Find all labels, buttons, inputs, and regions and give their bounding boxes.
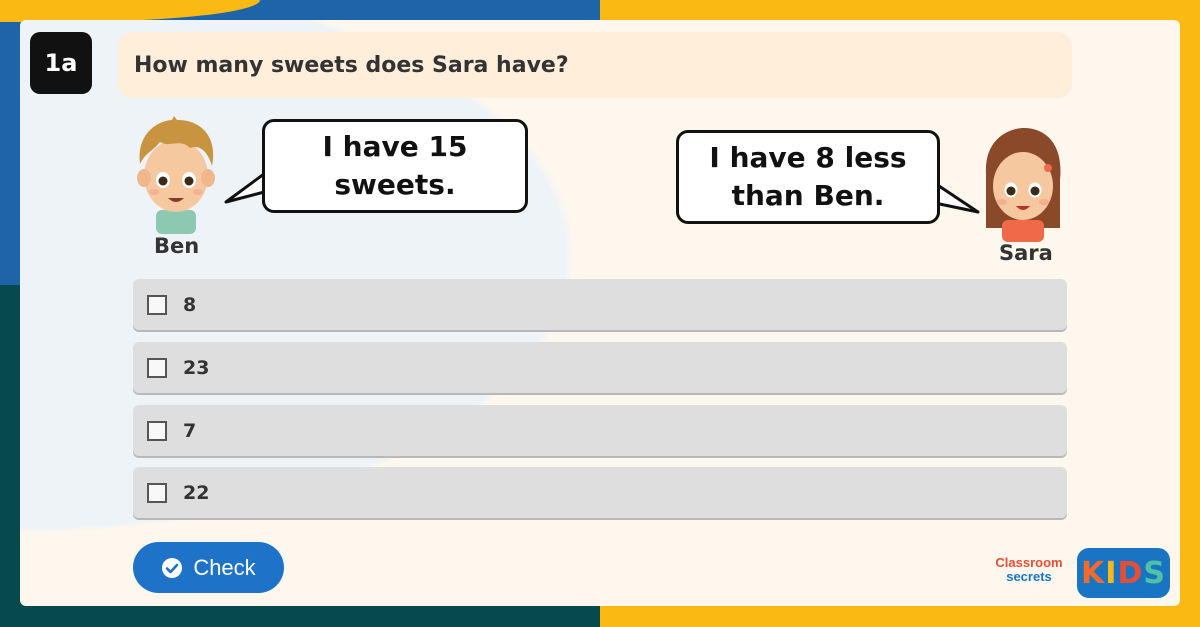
answer-option-3[interactable]: 7 (133, 405, 1067, 456)
kids-letter-i: I (1105, 555, 1118, 591)
sara-speech-line1: I have 8 less (709, 141, 907, 174)
checkbox-icon[interactable] (147, 420, 167, 441)
sara-name-label: Sara (999, 241, 1053, 265)
kids-letter-d: D (1117, 555, 1144, 591)
ben-speech-line1: I have 15 (322, 130, 468, 163)
classroom-secrets-logo: Classroom secrets (988, 556, 1070, 588)
kids-letter-k: K (1081, 555, 1106, 591)
kids-logo: K I D S (1077, 548, 1170, 598)
question-text: How many sweets does Sara have? (134, 52, 569, 78)
check-circle-icon (162, 557, 183, 578)
answer-option-label: 22 (183, 481, 210, 504)
checkbox-icon[interactable] (147, 482, 167, 503)
answer-option-label: 7 (183, 419, 197, 442)
checkbox-icon[interactable] (147, 294, 167, 315)
question-panel: How many sweets does Sara have? (118, 32, 1072, 98)
ben-avatar (137, 116, 215, 234)
sara-avatar (985, 128, 1061, 242)
check-button-label: Check (193, 554, 256, 580)
answer-option-2[interactable]: 23 (133, 342, 1067, 393)
answer-option-1[interactable]: 8 (133, 279, 1067, 330)
check-button[interactable]: Check (133, 542, 284, 593)
logo-text-secrets: secrets (1006, 569, 1052, 584)
question-number: 1a (44, 49, 78, 77)
ben-name-label: Ben (154, 234, 200, 258)
sara-speech-bubble: I have 8 less than Ben. (676, 130, 940, 224)
ben-speech-bubble: I have 15 sweets. (262, 119, 528, 213)
ben-speech-line2: sweets. (334, 168, 456, 201)
answer-option-label: 23 (183, 356, 210, 379)
question-number-badge: 1a (30, 32, 92, 94)
checkbox-icon[interactable] (147, 357, 167, 378)
logo-text-classroom: Classroom (995, 555, 1063, 570)
sara-speech-line2: than Ben. (731, 179, 885, 212)
answer-option-4[interactable]: 22 (133, 467, 1067, 518)
kids-letter-s: S (1143, 555, 1166, 591)
answer-option-label: 8 (183, 293, 197, 316)
